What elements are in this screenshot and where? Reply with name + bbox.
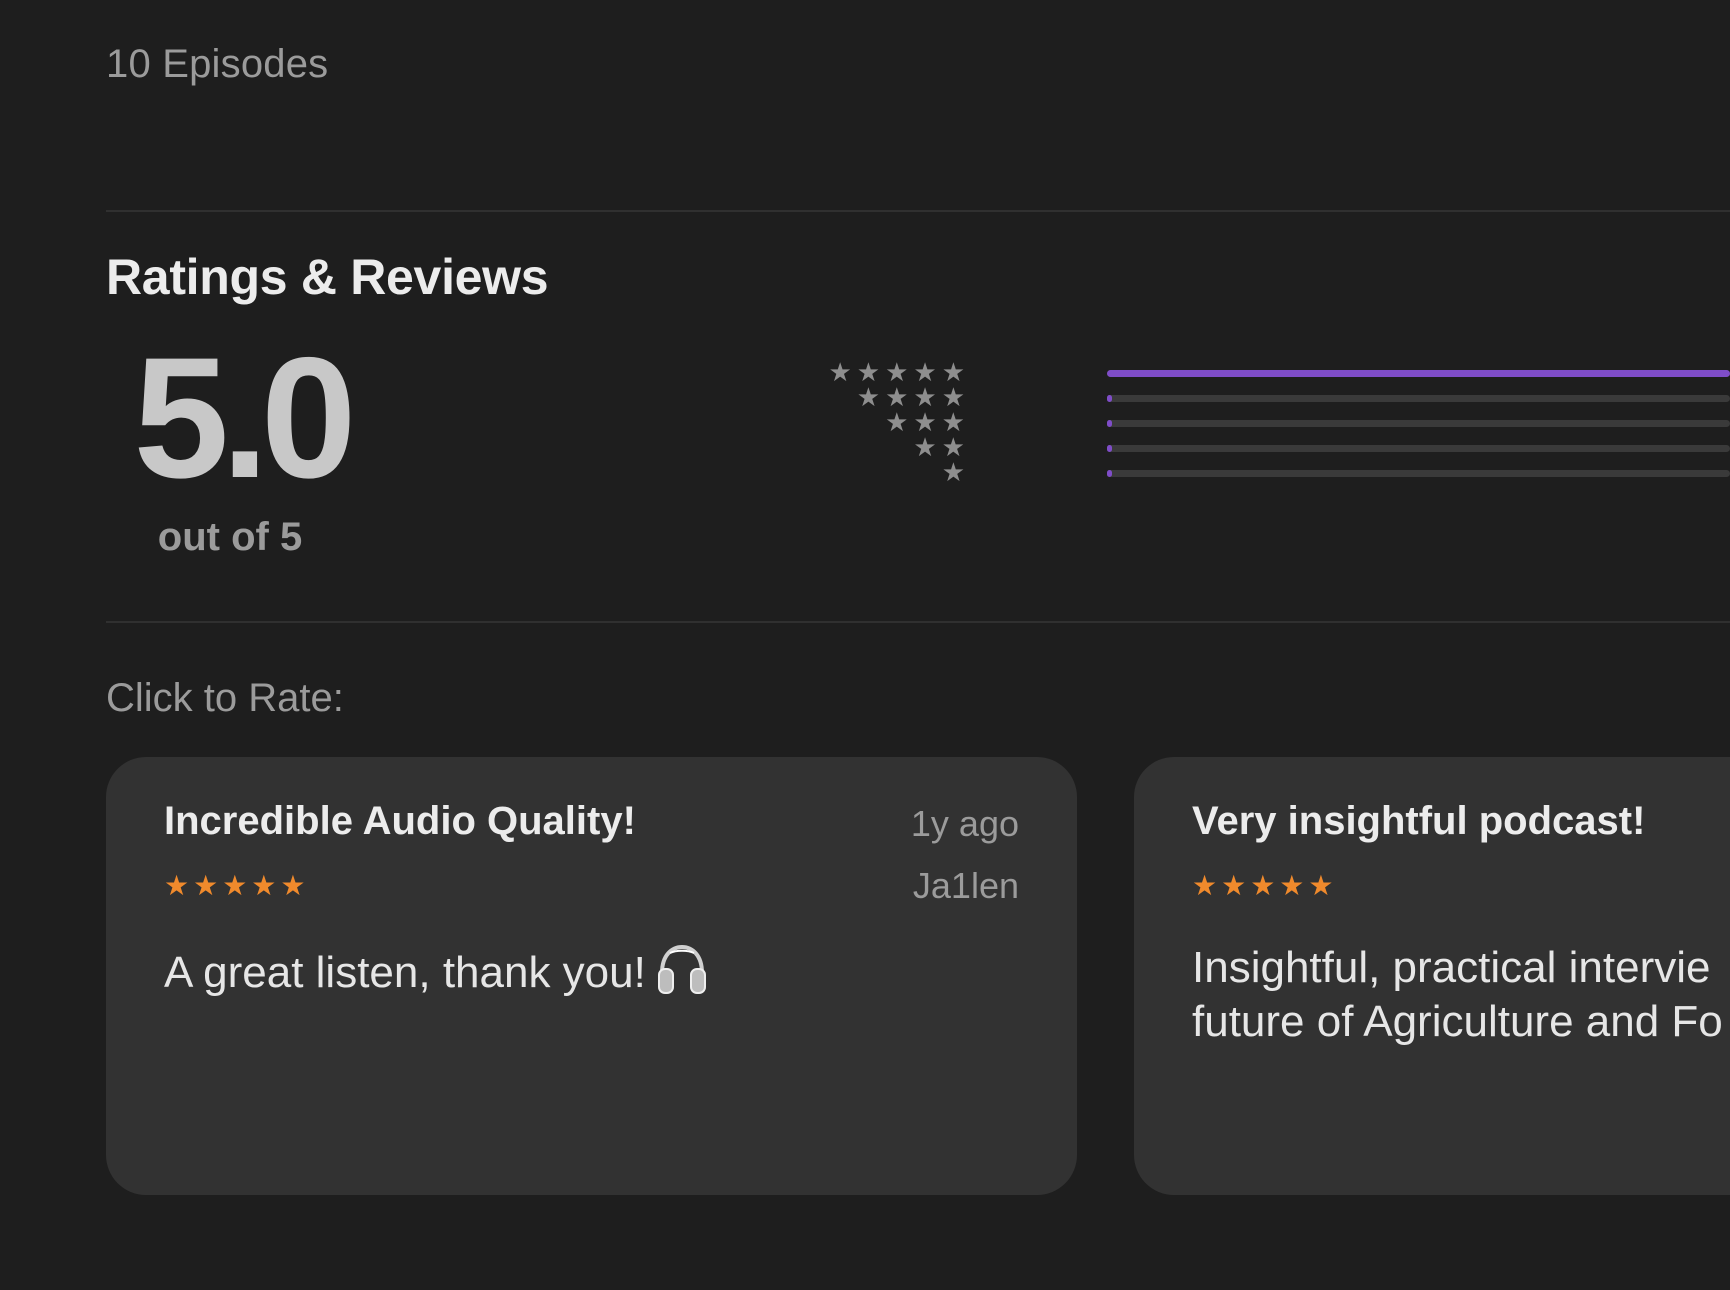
distribution-bar-fill (1107, 370, 1730, 377)
distribution-bar-track (1107, 395, 1730, 402)
distribution-bar-fill (1107, 470, 1112, 477)
rating-distribution: ★★★★★ ★★★★ ★★★ ★★ ★ (828, 360, 1730, 500)
ratings-reviews-heading: Ratings & Reviews (106, 249, 549, 305)
distribution-bar-fill (1107, 445, 1112, 452)
distribution-bar-track (1107, 420, 1730, 427)
review-star-rating: ★★★★★ (1192, 869, 1338, 902)
podcast-reviews-page: 10 Episodes Ratings & Reviews 5.0 out of… (0, 0, 1730, 1290)
section-divider (106, 210, 1730, 212)
review-title: Incredible Audio Quality! (164, 799, 636, 843)
section-divider (106, 621, 1730, 623)
review-body: A great listen, thank you! (164, 941, 708, 1000)
distribution-bar-fill (1107, 420, 1112, 427)
distribution-row-4-stars: ★★★★ (857, 385, 1730, 411)
rating-scale-label: out of 5 (157, 515, 303, 559)
review-star-rating: ★★★★★ (164, 869, 310, 902)
distribution-bar-fill (1107, 395, 1112, 402)
distribution-bar-track (1107, 445, 1730, 452)
distribution-bar-track (1107, 370, 1730, 377)
distribution-row-1-star: ★ (900, 460, 1730, 486)
distribution-bar-track (1107, 470, 1730, 477)
distribution-row-5-stars: ★★★★★ (828, 360, 1730, 386)
average-rating: 5.0 (133, 322, 356, 514)
review-card[interactable]: Incredible Audio Quality! 1y ago ★★★★★ J… (106, 757, 1077, 1195)
review-body-text: A great listen, thank you! (164, 948, 646, 997)
review-author: Ja1len (912, 865, 1019, 906)
headphones-icon (656, 941, 708, 997)
distribution-row-2-stars: ★★ (900, 435, 1730, 461)
review-card[interactable]: Very insightful podcast! ★★★★★ Insightfu… (1134, 757, 1730, 1195)
click-to-rate-label[interactable]: Click to Rate: (106, 676, 344, 721)
review-body: Insightful, practical intervie future of… (1192, 943, 1723, 1046)
distribution-row-3-stars: ★★★ (885, 410, 1730, 436)
star-icon-group: ★ (941, 458, 970, 488)
episodes-count[interactable]: 10 Episodes (106, 42, 328, 87)
review-title: Very insightful podcast! (1192, 799, 1646, 843)
review-timestamp: 1y ago (910, 803, 1019, 844)
